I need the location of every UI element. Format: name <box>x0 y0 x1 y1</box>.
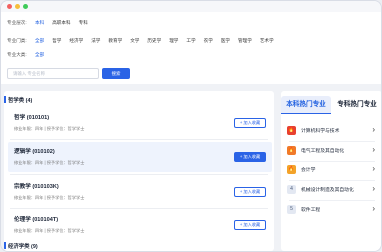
divider <box>10 208 268 209</box>
hot-major-name: 软件工程 <box>301 208 321 213</box>
level-filter-row: 专业层次: 本科 高职本科 专科 <box>7 18 96 28</box>
rank-badge: 5 <box>287 205 296 214</box>
subject-filter-row: 专业大类: 全部 <box>7 50 52 60</box>
section-accent <box>4 242 6 249</box>
flame-rank-icon: 🔥 <box>287 146 296 155</box>
minimize-window-button[interactable] <box>15 4 20 9</box>
category-option[interactable]: 教育学 <box>108 38 122 44</box>
flame-rank-icon: 🔥 <box>287 165 296 174</box>
divider <box>289 180 375 181</box>
major-meta: 修业年限：四年 | 授予学位：哲学学士 <box>14 160 85 165</box>
category-option[interactable]: 文学 <box>130 38 139 44</box>
hot-majors-panel: 本科热门专业 专科热门专业 🔥 计算机科学与技术 › 🔥 电气工程及其自动化 ›… <box>281 91 381 251</box>
section-accent <box>4 96 6 103</box>
hot-major-name: 计算机科学与技术 <box>301 129 340 134</box>
major-meta: 修业年限：四年 | 授予学位：哲学学士 <box>14 228 85 233</box>
category-option[interactable]: 管理学 <box>238 38 252 44</box>
chevron-right-icon: › <box>372 164 375 173</box>
subject-option-all[interactable]: 全部 <box>35 52 44 58</box>
close-window-button[interactable] <box>7 4 12 9</box>
section-title: 哲学类 (4) <box>8 98 33 104</box>
add-favorite-button[interactable]: + 加入收藏 <box>234 152 266 162</box>
hot-major-item[interactable]: 🔥 电气工程及其自动化 › <box>285 144 379 158</box>
subject-filter-label: 专业大类: <box>7 52 27 57</box>
divider <box>289 161 375 162</box>
chevron-right-icon: › <box>372 204 375 213</box>
chevron-right-icon: › <box>372 184 375 193</box>
category-option[interactable]: 艺术学 <box>260 38 274 44</box>
title-bar <box>1 1 381 12</box>
flame-rank-icon: 🔥 <box>287 126 296 135</box>
category-option[interactable]: 工学 <box>186 38 195 44</box>
rank-badge: 4 <box>287 185 296 194</box>
chevron-right-icon: › <box>372 125 375 134</box>
category-filter-label: 专业门类: <box>7 38 27 43</box>
add-favorite-button[interactable]: + 加入收藏 <box>234 118 266 128</box>
category-option[interactable]: 医学 <box>221 38 230 44</box>
maximize-window-button[interactable] <box>23 4 28 9</box>
level-option-vocational-undergrad[interactable]: 高职本科 <box>52 20 70 26</box>
major-item[interactable]: 伦理学 (010104T) 修业年限：四年 | 授予学位：哲学学士 + 加入收藏 <box>8 210 272 240</box>
section-title: 经济学类 (9) <box>8 244 38 250</box>
add-favorite-button[interactable]: + 加入收藏 <box>234 220 266 230</box>
level-option-junior-college[interactable]: 专科 <box>79 20 88 26</box>
tab-junior-college-hot[interactable]: 专科热门专业 <box>332 96 381 114</box>
hot-major-item[interactable]: 4 机械设计制造及其自动化 › <box>285 183 379 197</box>
major-name: 伦理学 (010104T) <box>14 217 59 223</box>
tab-undergrad-hot[interactable]: 本科热门专业 <box>281 96 331 114</box>
search-button[interactable]: 搜索 <box>102 68 130 79</box>
hot-major-name: 机械设计制造及其自动化 <box>301 188 354 193</box>
major-list-panel: 哲学类 (4) 哲学 (010101) 修业年限：四年 | 授予学位：哲学学士 … <box>4 91 274 251</box>
category-option[interactable]: 历史学 <box>147 38 161 44</box>
category-option[interactable]: 法学 <box>91 38 100 44</box>
category-option[interactable]: 哲学 <box>52 38 61 44</box>
category-option-all[interactable]: 全部 <box>35 38 44 44</box>
hot-major-item[interactable]: 5 软件工程 › <box>285 203 379 217</box>
add-favorite-button[interactable]: + 加入收藏 <box>234 187 266 197</box>
category-filter-row: 专业门类: 全部 哲学 经济学 法学 教育学 文学 历史学 理学 工学 农学 医… <box>7 36 282 46</box>
level-filter-label: 专业层次: <box>7 20 27 25</box>
major-name: 宗教学 (010103K) <box>14 184 59 190</box>
level-option-undergrad[interactable]: 本科 <box>35 20 44 26</box>
hot-major-item[interactable]: 🔥 计算机科学与技术 › <box>285 124 379 138</box>
divider <box>10 174 268 175</box>
major-meta: 修业年限：四年 | 授予学位：哲学学士 <box>14 126 85 131</box>
category-option[interactable]: 理学 <box>169 38 178 44</box>
category-option[interactable]: 农学 <box>204 38 213 44</box>
search-input[interactable]: 请输入 专业名称 <box>7 68 99 79</box>
hot-major-item[interactable]: 🔥 会计学 › <box>285 163 379 177</box>
app-window: 专业层次: 本科 高职本科 专科 专业门类: 全部 哲学 经济学 法学 教育学 … <box>0 0 382 252</box>
major-item[interactable]: 哲学 (010101) 修业年限：四年 | 授予学位：哲学学士 + 加入收藏 <box>8 108 272 138</box>
divider <box>289 200 375 201</box>
category-option[interactable]: 经济学 <box>69 38 83 44</box>
hot-major-name: 会计学 <box>301 168 316 173</box>
chevron-right-icon: › <box>372 145 375 154</box>
major-name: 哲学 (010101) <box>14 115 50 121</box>
divider <box>10 139 268 140</box>
hot-tabs: 本科热门专业 专科热门专业 <box>281 96 381 114</box>
major-name: 逻辑学 (010102) <box>14 149 55 155</box>
major-item[interactable]: 逻辑学 (010102) 修业年限：四年 | 授予学位：哲学学士 + 加入收藏 <box>8 142 272 172</box>
major-item[interactable]: 宗教学 (010103K) 修业年限：四年 | 授予学位：哲学学士 + 加入收藏 <box>8 177 272 207</box>
major-meta: 修业年限：四年 | 授予学位：哲学学士 <box>14 195 85 200</box>
divider <box>289 141 375 142</box>
hot-major-name: 电气工程及其自动化 <box>301 149 345 154</box>
